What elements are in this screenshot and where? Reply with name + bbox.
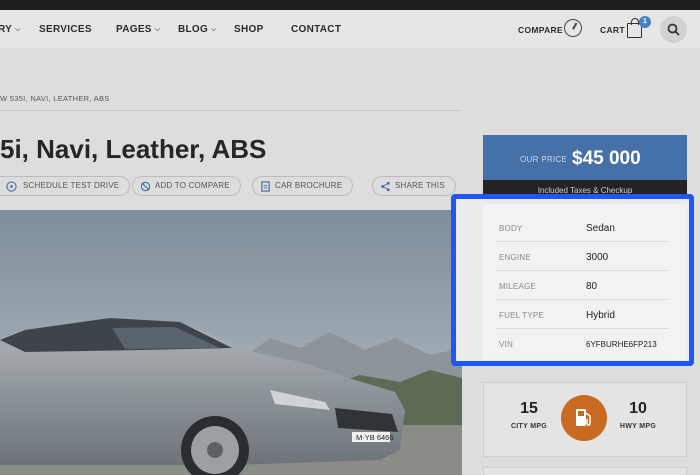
- city-mpg-value: 15: [520, 400, 538, 417]
- city-mpg-label: CITY MPG: [510, 423, 548, 430]
- share-this-button[interactable]: SHARE THIS: [372, 176, 456, 196]
- specs-table: BODY Sedan ENGINE 3000 MILEAGE 80 FUEL T…: [483, 204, 687, 360]
- fuel-badge: [561, 395, 607, 441]
- chevron-down-icon: ⌵: [211, 26, 217, 33]
- price-box: OUR PRICE $45 000: [483, 135, 687, 180]
- main-navigation: RY ⌵ SERVICES PAGES ⌵ BLOG ⌵ SHOP CONTACT C…: [0, 10, 700, 48]
- schedule-test-drive-button[interactable]: SCHEDULE TEST DRIVE: [0, 176, 131, 196]
- compare-icon: [140, 181, 151, 192]
- spec-label: FUEL TYPE: [499, 311, 544, 320]
- steering-wheel-icon: [6, 181, 17, 192]
- nav-item-inventory[interactable]: RY ⌵: [0, 24, 21, 35]
- breadcrumb: W 535I, NAVI, LEATHER, ABS: [0, 94, 110, 103]
- search-icon: [667, 23, 680, 36]
- nav-item-shop[interactable]: SHOP: [234, 24, 264, 35]
- gauge-icon[interactable]: [564, 19, 582, 37]
- hwy-mpg-value: 10: [629, 400, 647, 417]
- spec-value: 6YFBURHE6FP213: [586, 340, 657, 349]
- next-widget: [483, 467, 687, 475]
- spec-row-vin: VIN 6YFBURHE6FP213: [495, 329, 669, 358]
- spec-row-engine: ENGINE 3000: [495, 242, 669, 271]
- spec-row-fuel-type: FUEL TYPE Hybrid: [495, 300, 669, 329]
- car-brochure-button[interactable]: CAR BROCHURE: [252, 176, 354, 196]
- spec-label: VIN: [499, 340, 513, 349]
- fuel-pump-icon: [576, 409, 591, 426]
- price-label: OUR PRICE: [520, 155, 568, 164]
- nav-item-blog[interactable]: BLOG ⌵: [178, 24, 217, 35]
- divider: [0, 110, 462, 111]
- spec-label: ENGINE: [499, 253, 531, 262]
- top-strip: [0, 0, 700, 10]
- chevron-down-icon: ⌵: [15, 26, 21, 33]
- specs-highlight: BODY Sedan ENGINE 3000 MILEAGE 80 FUEL T…: [451, 194, 694, 366]
- spec-value: Hybrid: [586, 310, 615, 321]
- page-title: 5i, Navi, Leather, ABS: [0, 134, 267, 164]
- document-icon: [261, 181, 270, 192]
- chevron-down-icon: ⌵: [154, 26, 161, 33]
- price-value: $45 000: [572, 148, 641, 169]
- car-photo[interactable]: M·YB 6466: [0, 210, 462, 475]
- spec-label: BODY: [499, 224, 523, 233]
- spec-row-body: BODY Sedan: [495, 213, 669, 242]
- cart-count-badge: 1: [639, 16, 651, 28]
- nav-item-pages[interactable]: PAGES ⌵: [116, 24, 160, 35]
- spec-label: MILEAGE: [499, 282, 536, 291]
- spec-value: 3000: [586, 252, 609, 263]
- cart-link[interactable]: CART: [600, 25, 625, 35]
- nav-item-contact[interactable]: CONTACT: [291, 24, 341, 35]
- license-plate-text: M·YB 6466: [356, 433, 394, 442]
- hwy-mpg-label: HWY MPG: [619, 423, 657, 430]
- mpg-box: 15 CITY MPG 10 HWY MPG: [483, 382, 687, 457]
- share-icon: [381, 181, 390, 192]
- search-button[interactable]: [660, 16, 687, 43]
- spec-value: 80: [586, 281, 598, 292]
- compare-link[interactable]: COMPARE: [518, 25, 563, 35]
- spec-row-mileage: MILEAGE 80: [495, 271, 669, 300]
- car-image: M·YB 6466: [0, 210, 462, 475]
- spec-value: Sedan: [586, 223, 615, 234]
- nav-item-services[interactable]: SERVICES: [39, 24, 92, 35]
- add-to-compare-button[interactable]: ADD TO COMPARE: [132, 176, 241, 196]
